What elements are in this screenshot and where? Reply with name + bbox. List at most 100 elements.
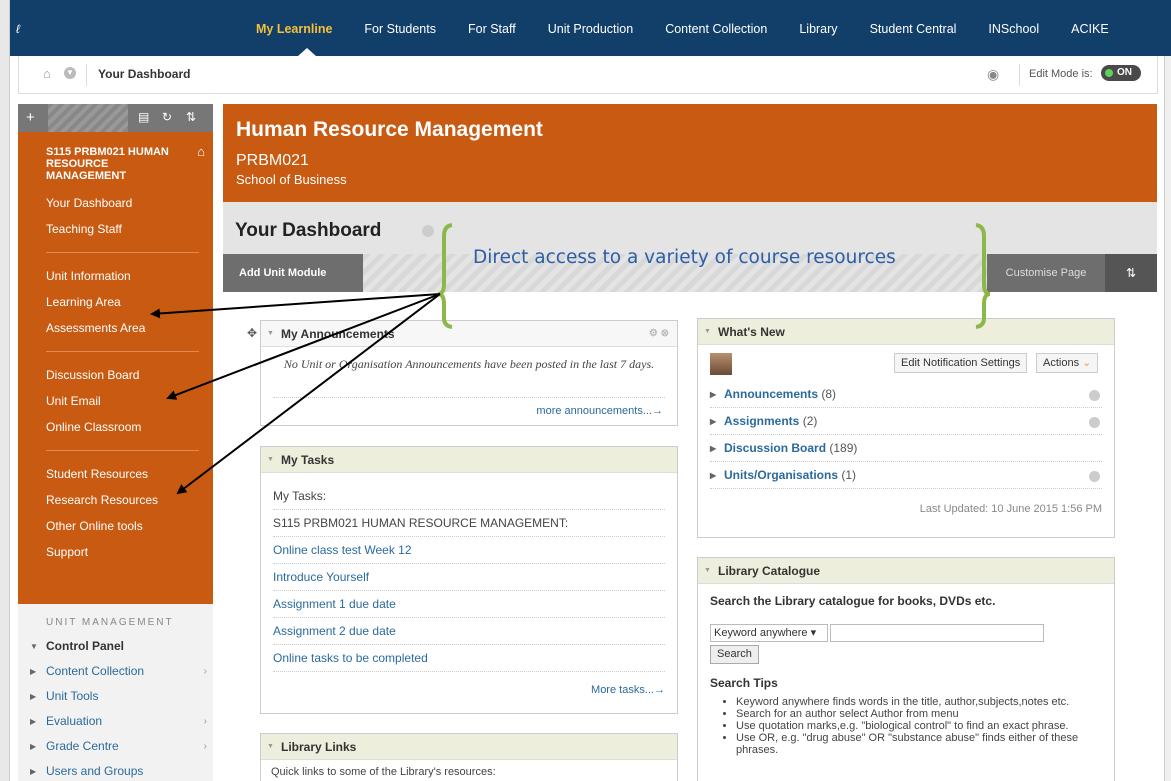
task-link[interactable]: Online class test Week 12 — [273, 537, 665, 564]
sort-icon[interactable]: ⇅ — [186, 110, 196, 124]
cp-item-label: Unit Tools — [46, 689, 99, 703]
chevron-down-icon: ⌄ — [1082, 357, 1092, 369]
task-link[interactable]: Online tasks to be completed — [273, 645, 665, 672]
edit-mode-toggle[interactable]: ON — [1101, 65, 1141, 81]
nav-acike[interactable]: ACIKE — [1071, 22, 1109, 36]
task-link[interactable]: Assignment 1 due date — [273, 591, 665, 618]
cp-item-label: Content Collection — [46, 664, 145, 678]
list-item: Discussion Board (189) — [710, 435, 1102, 462]
list-item: Search for an author select Author from … — [736, 708, 1102, 720]
toolbar-hatch — [48, 104, 128, 132]
module-controls-icon[interactable]: ⚙ ⊗ — [649, 321, 669, 347]
library-catalogue-header[interactable]: Library Catalogue — [698, 558, 1114, 584]
search-tips-title: Search Tips — [710, 676, 778, 690]
count: (2) — [802, 414, 818, 428]
course-menu-toolbar: + ▤ ↻ ⇅ — [18, 104, 213, 132]
sidebar-item-unit-information[interactable]: Unit Information — [18, 263, 213, 289]
whats-new-units-link[interactable]: Units/Organisations — [710, 468, 838, 482]
tasks-body: My Tasks: S115 PRBM021 HUMAN RESOURCE MA… — [261, 473, 677, 706]
list-item: Units/Organisations (1) — [710, 462, 1102, 489]
add-menu-item-icon[interactable]: + — [26, 109, 35, 126]
actions-button[interactable]: Actions ⌄ — [1036, 353, 1099, 373]
sidebar-item-discussion-board[interactable]: Discussion Board — [18, 362, 213, 388]
cp-item-content-collection[interactable]: Content Collection › — [18, 659, 213, 684]
home-icon[interactable]: ⌂ — [43, 66, 51, 81]
refresh-icon[interactable]: ↻ — [162, 110, 172, 124]
search-type-select[interactable]: Keyword anywhere ▾ — [710, 624, 828, 642]
whats-new-header[interactable]: What's New — [698, 319, 1114, 345]
reorder-button[interactable]: ⇅ — [1105, 254, 1157, 292]
count: (8) — [821, 387, 837, 401]
whats-new-discussion-link[interactable]: Discussion Board — [710, 441, 826, 455]
sidebar-item-teaching-staff[interactable]: Teaching Staff — [18, 216, 213, 242]
avatar — [710, 353, 732, 375]
nav-for-staff[interactable]: For Staff — [468, 22, 516, 36]
nav-student-central[interactable]: Student Central — [870, 22, 957, 36]
add-unit-module-button[interactable]: Add Unit Module — [223, 254, 363, 292]
library-catalogue-body: Search the Library catalogue for books, … — [698, 584, 1114, 766]
folder-view-icon[interactable]: ▤ — [138, 110, 149, 124]
customise-page-button[interactable]: Customise Page — [987, 254, 1105, 292]
divider — [46, 252, 199, 253]
tasks-label: My Tasks: — [273, 483, 665, 510]
sidebar-item-other-online-tools[interactable]: Other Online tools — [18, 513, 213, 539]
announcements-message: No Unit or Organisation Announcements ha… — [283, 357, 655, 371]
nav-unit-production[interactable]: Unit Production — [548, 22, 633, 36]
library-catalogue-module: Library Catalogue Search the Library cat… — [697, 557, 1115, 781]
sidebar-item-online-classroom[interactable]: Online Classroom — [18, 414, 213, 440]
more-tasks-link[interactable]: More tasks...→ — [273, 672, 665, 696]
sidebar-item-learning-area[interactable]: Learning Area — [18, 289, 213, 315]
cp-item-grade-centre[interactable]: Grade Centre › — [18, 734, 213, 759]
nav-for-students[interactable]: For Students — [364, 22, 436, 36]
course-school: School of Business — [236, 172, 347, 187]
search-input[interactable] — [830, 624, 1044, 642]
task-link[interactable]: Assignment 2 due date — [273, 618, 665, 645]
sidebar-item-assessments-area[interactable]: Assessments Area — [18, 315, 213, 341]
control-panel-toggle[interactable]: Control Panel — [18, 634, 213, 659]
sidebar-item-your-dashboard[interactable]: Your Dashboard — [18, 190, 213, 216]
tasks-header[interactable]: My Tasks — [261, 447, 677, 473]
nav-library[interactable]: Library — [799, 22, 837, 36]
move-handle-icon[interactable]: ✥ — [243, 320, 261, 346]
home-icon: ⌂ — [197, 144, 205, 159]
whats-new-assignments-link[interactable]: Assignments — [710, 414, 799, 428]
expand-icon[interactable] — [1089, 390, 1100, 401]
nav-inschool[interactable]: INSchool — [988, 22, 1039, 36]
more-announcements-link[interactable]: more announcements...→ — [536, 405, 663, 417]
count: (189) — [829, 441, 858, 455]
divider — [1019, 64, 1020, 86]
student-preview-icon[interactable]: ◉ — [987, 66, 1007, 82]
scrollbar[interactable] — [1164, 44, 1171, 781]
expand-icon[interactable] — [1089, 417, 1100, 428]
chevron-right-icon: › — [203, 741, 207, 752]
edit-notification-settings-button[interactable]: Edit Notification Settings — [894, 353, 1028, 373]
actions-label: Actions — [1043, 357, 1080, 369]
library-links-header[interactable]: Library Links — [261, 734, 677, 760]
nav-my-learnline[interactable]: My Learnline — [256, 22, 332, 36]
chevron-down-icon[interactable]: ▼ — [64, 67, 76, 79]
search-button[interactable]: Search — [710, 645, 759, 664]
course-menu-links: S115 PRBM021 HUMAN RESOURCE MANAGEMENT ⌂… — [18, 132, 213, 604]
sidebar-item-unit-email[interactable]: Unit Email — [18, 388, 213, 414]
tasks-module: My Tasks My Tasks: S115 PRBM021 HUMAN RE… — [260, 446, 678, 714]
chevron-right-icon: › — [203, 666, 207, 677]
nav-content-collection[interactable]: Content Collection — [665, 22, 767, 36]
cp-item-unit-tools[interactable]: Unit Tools — [18, 684, 213, 709]
sidebar-item-research-resources[interactable]: Research Resources — [18, 487, 213, 513]
unit-title[interactable]: S115 PRBM021 HUMAN RESOURCE MANAGEMENT ⌂ — [18, 144, 213, 182]
expand-icon[interactable] — [1089, 471, 1100, 482]
whats-new-announcements-link[interactable]: Announcements — [710, 387, 818, 401]
list-item: Announcements (8) — [710, 381, 1102, 408]
sidebar-item-student-resources[interactable]: Student Resources — [18, 461, 213, 487]
library-links-text: Quick links to some of the Library's res… — [271, 766, 496, 778]
sidebar-item-support[interactable]: Support — [18, 539, 213, 565]
announcements-header[interactable]: My Announcements ⚙ ⊗ — [261, 321, 677, 347]
chevron-down-icon[interactable] — [422, 225, 434, 237]
cp-item-users-and-groups[interactable]: Users and Groups — [18, 759, 213, 781]
module-title: My Announcements — [281, 327, 395, 341]
browser-side-strip — [0, 0, 10, 781]
task-link[interactable]: Introduce Yourself — [273, 564, 665, 591]
divider — [46, 351, 199, 352]
cp-item-evaluation[interactable]: Evaluation › — [18, 709, 213, 734]
breadcrumb-title: Your Dashboard — [98, 67, 191, 81]
